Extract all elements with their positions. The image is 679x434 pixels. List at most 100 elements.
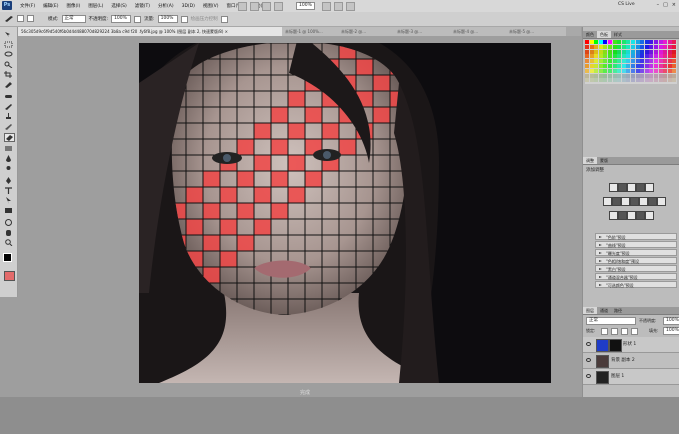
brush-panel-toggle[interactable] <box>27 15 34 22</box>
color-swatch[interactable] <box>585 78 589 83</box>
color-swatch[interactable] <box>640 54 645 59</box>
color-swatch[interactable] <box>631 49 635 54</box>
color-swatch[interactable] <box>667 78 672 83</box>
color-swatch[interactable] <box>594 44 599 49</box>
color-swatch[interactable] <box>644 64 649 68</box>
color-swatch[interactable] <box>667 49 672 54</box>
adjustment-icon[interactable] <box>621 197 630 206</box>
color-swatch[interactable] <box>667 40 672 44</box>
adjustment-icon[interactable] <box>636 211 645 220</box>
lock-transparency-icon[interactable] <box>601 328 608 335</box>
clone-stamp-tool-icon[interactable] <box>4 113 13 120</box>
color-swatch[interactable] <box>594 68 599 73</box>
color-swatch[interactable] <box>649 40 654 44</box>
color-swatch[interactable] <box>667 64 672 68</box>
tab-color[interactable]: 颜色 <box>583 31 597 38</box>
adjustment-icon[interactable] <box>639 197 648 206</box>
opacity-pressure-icon[interactable] <box>134 15 142 23</box>
color-swatch[interactable] <box>635 73 640 78</box>
color-swatch[interactable] <box>667 44 672 49</box>
grid-view-icon[interactable] <box>346 2 355 11</box>
color-swatch[interactable] <box>626 68 631 73</box>
color-swatch[interactable] <box>603 78 608 83</box>
tab-document-4[interactable]: 未标题-3 @... <box>394 27 454 36</box>
color-swatch[interactable] <box>649 73 654 78</box>
color-swatch[interactable] <box>608 73 612 78</box>
color-swatch[interactable] <box>667 54 672 59</box>
color-swatch[interactable] <box>658 44 663 49</box>
screen-mode-icon[interactable] <box>334 2 343 11</box>
color-swatch[interactable] <box>603 64 608 68</box>
color-swatch[interactable] <box>663 59 668 64</box>
color-swatch[interactable] <box>654 54 658 59</box>
color-swatch[interactable] <box>621 49 626 54</box>
tab-document-2[interactable]: 未标题-1 @ 100%... <box>282 27 342 36</box>
adjustment-icon[interactable] <box>603 197 612 206</box>
blur-tool-icon[interactable] <box>4 155 13 162</box>
flow-input[interactable]: 100% <box>157 15 178 23</box>
tab-styles[interactable]: 样式 <box>611 31 625 38</box>
visibility-eye-icon[interactable] <box>586 374 591 378</box>
color-swatch[interactable] <box>617 40 622 44</box>
color-swatch[interactable] <box>649 49 654 54</box>
color-swatch[interactable] <box>603 44 608 49</box>
color-swatch[interactable] <box>621 40 626 44</box>
menu-view[interactable]: 视图(V) <box>203 3 219 9</box>
color-swatch[interactable] <box>644 59 649 64</box>
brush-icon[interactable] <box>4 15 14 22</box>
color-swatch[interactable] <box>612 59 617 64</box>
adjustment-icon[interactable] <box>618 183 627 192</box>
color-swatch[interactable] <box>663 73 668 78</box>
adjustment-icon[interactable] <box>636 183 645 192</box>
close-button[interactable]: × <box>672 2 676 8</box>
tab-document-6[interactable]: 未标题-5 @... <box>506 27 566 36</box>
adjustment-icon[interactable] <box>612 197 621 206</box>
color-swatch[interactable] <box>644 78 649 83</box>
menu-3d[interactable]: 3D(D) <box>182 4 195 9</box>
color-swatch[interactable] <box>626 40 631 44</box>
arrange-documents-icon[interactable] <box>322 2 331 11</box>
color-swatch[interactable] <box>640 40 645 44</box>
color-swatch[interactable] <box>589 73 594 78</box>
menu-file[interactable]: 文件(F) <box>20 3 35 9</box>
color-swatch[interactable] <box>649 44 654 49</box>
color-swatch[interactable] <box>594 59 599 64</box>
blend-mode-select[interactable]: 正常 <box>586 317 636 325</box>
color-swatch[interactable] <box>626 59 631 64</box>
color-swatch[interactable] <box>598 59 603 64</box>
color-swatch[interactable] <box>635 78 640 83</box>
adjustment-icon[interactable] <box>648 197 657 206</box>
color-swatch[interactable] <box>672 44 677 49</box>
color-swatch[interactable] <box>589 78 594 83</box>
color-swatch[interactable] <box>672 49 677 54</box>
color-swatch[interactable] <box>672 73 677 78</box>
color-swatch[interactable] <box>654 64 658 68</box>
dodge-tool-icon[interactable] <box>4 165 13 172</box>
menu-select[interactable]: 选择(S) <box>111 3 126 9</box>
color-swatch[interactable] <box>640 59 645 64</box>
color-swatch[interactable] <box>594 73 599 78</box>
bridge-icon[interactable] <box>238 2 247 11</box>
color-swatch[interactable] <box>658 40 663 44</box>
color-swatch[interactable] <box>621 54 626 59</box>
color-swatch[interactable] <box>626 78 631 83</box>
color-swatch[interactable] <box>589 59 594 64</box>
type-tool-icon[interactable] <box>4 187 13 194</box>
cs-live-button[interactable]: CS Live <box>618 2 635 7</box>
color-swatch[interactable] <box>663 78 668 83</box>
color-swatch[interactable] <box>649 59 654 64</box>
3d-rotate-tool-icon[interactable] <box>4 219 13 226</box>
color-swatch[interactable] <box>621 68 626 73</box>
color-swatch[interactable] <box>667 73 672 78</box>
adjustment-icon[interactable] <box>630 197 639 206</box>
color-swatch[interactable] <box>658 73 663 78</box>
color-swatch[interactable] <box>644 40 649 44</box>
brush-preset-picker[interactable] <box>17 15 24 22</box>
color-swatch[interactable] <box>635 59 640 64</box>
menu-filter[interactable]: 滤镜(T) <box>135 3 150 9</box>
adjustment-icon[interactable] <box>618 211 627 220</box>
color-swatch[interactable] <box>608 59 612 64</box>
color-swatch[interactable] <box>598 44 603 49</box>
preset-selective-color[interactable]: "可选颜色"预设 <box>595 281 677 288</box>
color-swatch[interactable] <box>585 49 589 54</box>
